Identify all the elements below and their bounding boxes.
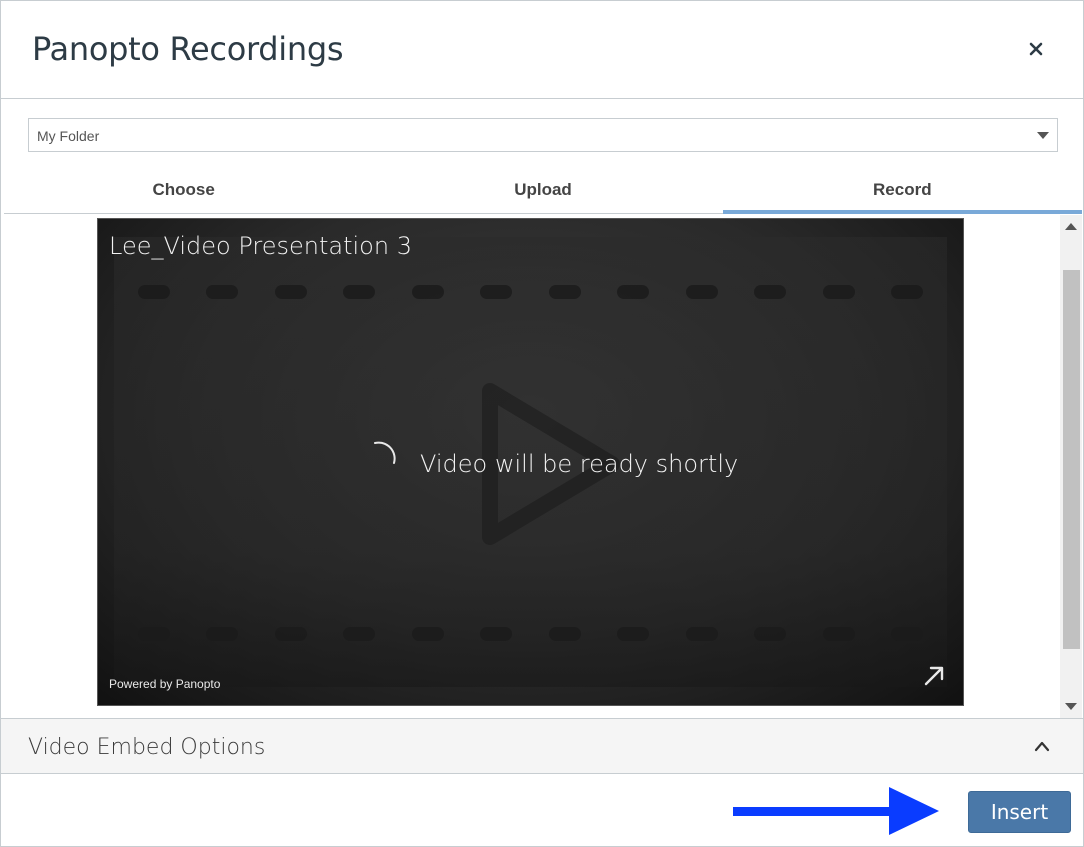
folder-select-value: My Folder bbox=[37, 128, 100, 144]
annotation-arrow-icon bbox=[733, 787, 939, 835]
film-holes-top bbox=[138, 285, 923, 299]
dialog-title: Panopto Recordings bbox=[32, 30, 344, 68]
dialog-header: Panopto Recordings bbox=[1, 1, 1083, 99]
video-title: Lee_Video Presentation 3 bbox=[109, 232, 412, 260]
video-status-text: Video will be ready shortly bbox=[420, 450, 739, 478]
scroll-down-arrow-icon[interactable] bbox=[1065, 703, 1077, 710]
tab-choose[interactable]: Choose bbox=[4, 170, 363, 213]
popout-arrow-icon[interactable] bbox=[923, 665, 945, 687]
video-player[interactable]: Lee_Video Presentation 3 Video will be r… bbox=[97, 218, 964, 706]
content-scroll-area: Lee_Video Presentation 3 Video will be r… bbox=[4, 215, 1082, 718]
chevron-down-icon bbox=[1037, 132, 1049, 139]
panopto-dialog: Panopto Recordings My Folder Choose Uplo… bbox=[0, 0, 1084, 847]
tab-record[interactable]: Record bbox=[722, 170, 1083, 214]
dialog-body: My Folder Choose Upload Record Lee_Video… bbox=[1, 100, 1083, 718]
folder-select[interactable]: My Folder bbox=[28, 118, 1058, 152]
close-icon bbox=[1029, 42, 1043, 56]
powered-by-label: Powered by Panopto bbox=[109, 677, 221, 691]
close-button[interactable] bbox=[1025, 38, 1047, 60]
film-holes-bottom bbox=[138, 627, 923, 641]
video-embed-options-toggle[interactable]: Video Embed Options bbox=[1, 718, 1083, 774]
dialog-footer: Insert bbox=[1, 775, 1083, 846]
chevron-up-icon bbox=[1034, 741, 1050, 752]
loading-spinner-icon bbox=[374, 441, 396, 464]
scrollbar-thumb[interactable] bbox=[1063, 270, 1080, 649]
scroll-up-arrow-icon[interactable] bbox=[1065, 223, 1077, 230]
insert-button[interactable]: Insert bbox=[968, 791, 1071, 833]
tab-bar: Choose Upload Record bbox=[4, 170, 1083, 214]
embed-options-title: Video Embed Options bbox=[28, 735, 266, 760]
vertical-scrollbar[interactable] bbox=[1060, 215, 1082, 718]
tab-upload[interactable]: Upload bbox=[363, 170, 722, 213]
